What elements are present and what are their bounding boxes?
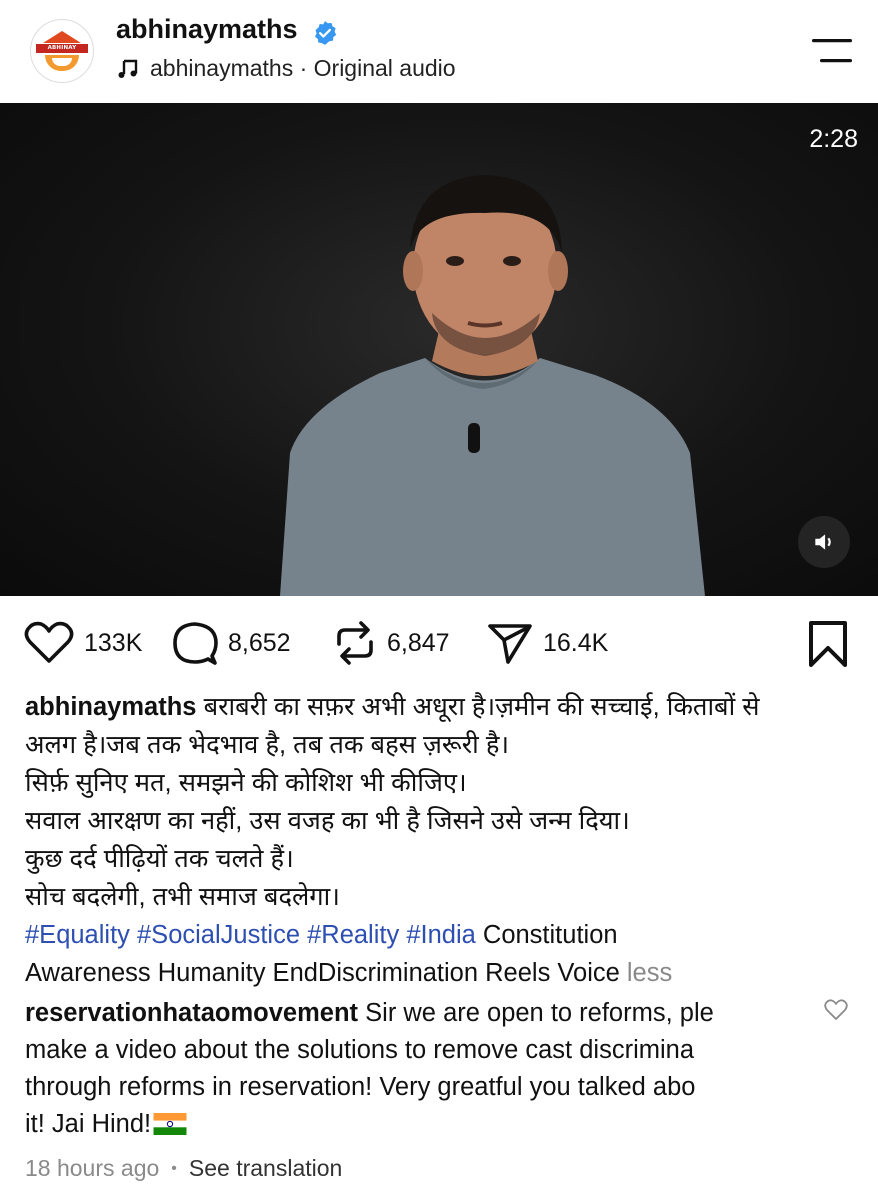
- caption-line: सोच बदलेगी, तभी समाज बदलेगा।: [25, 883, 340, 911]
- video-duration: 2:28: [809, 125, 858, 153]
- like-count: 133K: [84, 628, 143, 657]
- comment-meta: 18 hours ago • See translation: [25, 1155, 342, 1182]
- verified-badge-icon: [315, 21, 337, 45]
- post-header: ABHINAY MATHS abhinaymaths abhinaymaths …: [0, 0, 878, 103]
- caption-tail: Constitution: [482, 921, 618, 949]
- comment-time: 18 hours ago: [25, 1155, 160, 1181]
- share-button[interactable]: 16.4K: [487, 608, 608, 678]
- caption-line: अलग है।जब तक भेदभाव है, तब तक बहस ज़रूरी…: [25, 731, 510, 759]
- volume-button[interactable]: [798, 516, 850, 568]
- hashtag-link[interactable]: #India: [406, 921, 475, 949]
- comment-button[interactable]: 8,652: [172, 608, 291, 678]
- less-link[interactable]: less: [627, 959, 672, 987]
- menu-icon[interactable]: [808, 36, 856, 66]
- heart-icon: [24, 621, 74, 663]
- comment-count: 8,652: [228, 628, 291, 657]
- comment-icon: [173, 622, 218, 665]
- separator-dot: •: [171, 1159, 177, 1177]
- paper-plane-icon: [488, 624, 532, 664]
- hashtag-link[interactable]: #Reality: [307, 921, 399, 949]
- share-count: 16.4K: [543, 628, 609, 657]
- comment-line: it! Jai Hind!: [25, 1106, 800, 1143]
- caption-line: कुछ दर्द पीढ़ियों तक चलते हैं।: [25, 845, 294, 873]
- comment-line: make a video about the solutions to remo…: [25, 1036, 695, 1064]
- music-note-icon: [118, 59, 138, 78]
- logo-roof-shape: [43, 31, 81, 43]
- comment-like-heart-icon[interactable]: [824, 999, 848, 1021]
- comment-text: Sir we are open to reforms, ple: [365, 999, 714, 1027]
- volume-icon: [815, 534, 831, 550]
- see-translation-link[interactable]: See translation: [189, 1155, 342, 1182]
- comment-username[interactable]: reservationhataomovement: [25, 999, 358, 1027]
- avatar-logo: ABHINAY MATHS: [34, 23, 90, 79]
- comment-item: reservationhataomovement Sir we are open…: [25, 995, 800, 1147]
- audio-link[interactable]: abhinaymaths · Original audio: [116, 55, 456, 82]
- caption-line: Awareness Humanity EndDiscrimination Ree…: [25, 954, 855, 992]
- india-flag-icon: [153, 1113, 187, 1135]
- audio-label: abhinaymaths · Original audio: [150, 55, 456, 81]
- like-button[interactable]: 133K: [24, 608, 142, 678]
- bookmark-icon[interactable]: [806, 620, 850, 668]
- post-caption: abhinaymaths बराबरी का सफ़र अभी अधूरा है…: [25, 688, 855, 992]
- repost-icon: [337, 621, 373, 665]
- caption-line: abhinaymaths बराबरी का सफ़र अभी अधूरा है…: [25, 688, 855, 726]
- caption-tail: Awareness Humanity EndDiscrimination Ree…: [25, 959, 620, 987]
- video-player[interactable]: 2:28: [0, 103, 878, 596]
- comment-text: it! Jai Hind!: [25, 1110, 152, 1138]
- comment-line: reservationhataomovement Sir we are open…: [25, 995, 800, 1032]
- caption-text: बराबरी का सफ़र अभी अधूरा है।ज़मीन की सच्…: [203, 693, 760, 721]
- post-username[interactable]: abhinaymaths: [116, 14, 298, 45]
- repost-button[interactable]: 6,847: [333, 608, 450, 678]
- video-frame-person: [280, 175, 705, 596]
- comment-line: through reforms in reservation! Very gre…: [25, 1073, 696, 1101]
- caption-line: सवाल आरक्षण का नहीं, उस वजह का भी है जिस…: [25, 807, 630, 835]
- repost-count: 6,847: [387, 628, 450, 657]
- caption-hashtags-line: #Equality #SocialJustice #Reality #India…: [25, 916, 855, 954]
- avatar-logo-text: ABHINAY MATHS: [36, 44, 88, 60]
- hashtag-link[interactable]: #SocialJustice: [137, 921, 300, 949]
- hashtag-link[interactable]: #Equality: [25, 921, 130, 949]
- action-bar: 133K 8,652 6,847 16.4K: [0, 608, 878, 678]
- avatar[interactable]: ABHINAY MATHS: [30, 19, 94, 83]
- caption-line: सिर्फ़ सुनिए मत, समझने की कोशिश भी कीजिए…: [25, 769, 467, 797]
- caption-username[interactable]: abhinaymaths: [25, 693, 196, 721]
